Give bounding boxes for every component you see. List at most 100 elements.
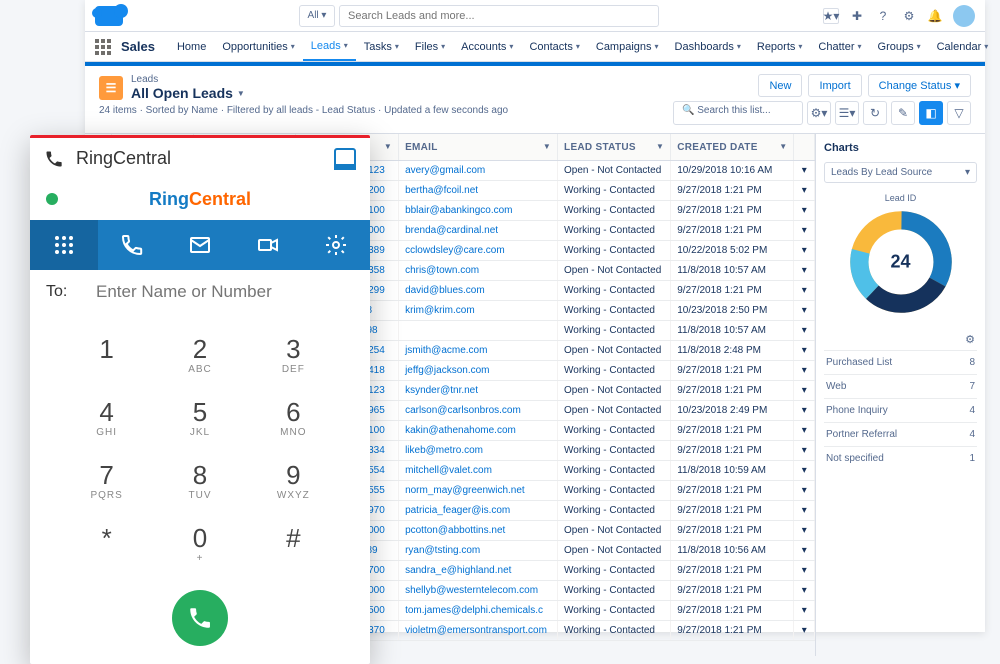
row-menu-icon[interactable]: ▾ xyxy=(794,501,815,521)
row-menu-icon[interactable]: ▾ xyxy=(794,201,815,221)
row-menu-icon[interactable]: ▾ xyxy=(794,321,815,341)
row-menu-icon[interactable]: ▾ xyxy=(794,161,815,181)
messages-tab[interactable] xyxy=(166,220,234,270)
list-view-name[interactable]: All Open Leads ▼ xyxy=(131,85,245,101)
email-cell[interactable]: david@blues.com xyxy=(399,281,558,301)
nav-item-files[interactable]: Files ▾ xyxy=(407,32,453,61)
row-menu-icon[interactable]: ▾ xyxy=(794,561,815,581)
key-5[interactable]: 5JKL xyxy=(153,387,246,450)
key-4[interactable]: 4GHI xyxy=(60,387,153,450)
row-menu-icon[interactable]: ▾ xyxy=(794,241,815,261)
key-9[interactable]: 9WXYZ xyxy=(247,450,340,513)
email-cell[interactable]: likeb@metro.com xyxy=(399,441,558,461)
row-menu-icon[interactable]: ▾ xyxy=(794,621,815,641)
nav-item-dashboards[interactable]: Dashboards ▾ xyxy=(667,32,749,61)
row-menu-icon[interactable]: ▾ xyxy=(794,361,815,381)
email-cell[interactable]: ksynder@tnr.net xyxy=(399,381,558,401)
edit-inline-icon[interactable]: ✎ xyxy=(891,101,915,125)
row-menu-icon[interactable]: ▾ xyxy=(794,221,815,241)
email-cell[interactable]: bblair@abankingco.com xyxy=(399,201,558,221)
key-#[interactable]: # xyxy=(247,513,340,576)
row-menu-icon[interactable]: ▾ xyxy=(794,421,815,441)
nav-item-opportunities[interactable]: Opportunities ▾ xyxy=(214,32,302,61)
email-cell[interactable]: cclowdsley@care.com xyxy=(399,241,558,261)
row-menu-icon[interactable]: ▾ xyxy=(794,181,815,201)
nav-item-chatter[interactable]: Chatter ▾ xyxy=(810,32,869,61)
import-button[interactable]: Import xyxy=(808,74,861,97)
row-menu-icon[interactable]: ▾ xyxy=(794,581,815,601)
key-0[interactable]: 0+ xyxy=(153,513,246,576)
charts-toggle-icon[interactable]: ◧ xyxy=(919,101,943,125)
email-cell[interactable]: violetm@emersontransport.com xyxy=(399,621,558,641)
email-cell[interactable]: chris@town.com xyxy=(399,261,558,281)
email-cell[interactable]: carlson@carlsonbros.com xyxy=(399,401,558,421)
row-menu-icon[interactable]: ▾ xyxy=(794,281,815,301)
global-search-input[interactable] xyxy=(339,5,659,27)
nav-item-reports[interactable]: Reports ▾ xyxy=(749,32,811,61)
email-cell[interactable]: jeffg@jackson.com xyxy=(399,361,558,381)
row-menu-icon[interactable]: ▾ xyxy=(794,521,815,541)
search-scope-dropdown[interactable]: All ▾ xyxy=(299,5,335,27)
calls-tab[interactable] xyxy=(98,220,166,270)
row-menu-icon[interactable]: ▾ xyxy=(794,541,815,561)
email-cell[interactable]: norm_may@greenwich.net xyxy=(399,481,558,501)
video-tab[interactable] xyxy=(234,220,302,270)
email-cell[interactable]: bertha@fcoil.net xyxy=(399,181,558,201)
change-status-button[interactable]: Change Status ▾ xyxy=(868,74,971,97)
key-6[interactable]: 6MNO xyxy=(247,387,340,450)
row-menu-icon[interactable]: ▾ xyxy=(794,461,815,481)
settings-tab[interactable] xyxy=(302,220,370,270)
key-3[interactable]: 3DEF xyxy=(247,324,340,387)
email-cell[interactable]: mitchell@valet.com xyxy=(399,461,558,481)
nav-item-calendar[interactable]: Calendar ▾ xyxy=(929,32,997,61)
notification-bell-icon[interactable]: 🔔 xyxy=(927,8,943,24)
row-menu-icon[interactable]: ▾ xyxy=(794,401,815,421)
chevron-down-icon[interactable]: ▼ xyxy=(779,142,787,151)
nav-item-home[interactable]: Home xyxy=(169,32,214,61)
help-icon[interactable]: ? xyxy=(875,8,891,24)
row-menu-icon[interactable]: ▾ xyxy=(794,341,815,361)
email-cell[interactable]: krim@krim.com xyxy=(399,301,558,321)
email-cell[interactable]: patricia_feager@is.com xyxy=(399,501,558,521)
row-menu-icon[interactable]: ▾ xyxy=(794,261,815,281)
list-search-input[interactable]: 🔍 Search this list... xyxy=(673,101,803,125)
setup-gear-icon[interactable]: ⚙ xyxy=(901,8,917,24)
email-cell[interactable]: jsmith@acme.com xyxy=(399,341,558,361)
add-icon[interactable]: ✚ xyxy=(849,8,865,24)
dial-input[interactable] xyxy=(96,282,354,302)
display-as-icon[interactable]: ☰▾ xyxy=(835,101,859,125)
key-*[interactable]: * xyxy=(60,513,153,576)
row-menu-icon[interactable]: ▾ xyxy=(794,481,815,501)
nav-item-leads[interactable]: Leads ▾ xyxy=(303,32,356,61)
user-avatar[interactable] xyxy=(953,5,975,27)
email-cell[interactable]: pcotton@abbottins.net xyxy=(399,521,558,541)
email-cell[interactable]: kakin@athenahome.com xyxy=(399,421,558,441)
refresh-icon[interactable]: ↻ xyxy=(863,101,887,125)
row-menu-icon[interactable]: ▾ xyxy=(794,601,815,621)
chart-gear-icon[interactable]: ⚙ xyxy=(824,329,977,350)
key-7[interactable]: 7PQRS xyxy=(60,450,153,513)
chevron-down-icon[interactable]: ▼ xyxy=(384,142,392,151)
email-cell[interactable]: avery@gmail.com xyxy=(399,161,558,181)
key-2[interactable]: 2ABC xyxy=(153,324,246,387)
nav-item-contacts[interactable]: Contacts ▾ xyxy=(521,32,587,61)
dock-icon[interactable] xyxy=(334,148,356,170)
key-8[interactable]: 8TUV xyxy=(153,450,246,513)
call-button[interactable] xyxy=(172,590,228,646)
new-button[interactable]: New xyxy=(758,74,802,97)
app-launcher-icon[interactable] xyxy=(95,39,111,55)
email-cell[interactable] xyxy=(399,321,558,341)
email-cell[interactable]: sandra_e@highland.net xyxy=(399,561,558,581)
nav-item-people[interactable]: People ▾ xyxy=(996,32,1000,61)
key-1[interactable]: 1 xyxy=(60,324,153,387)
chart-type-select[interactable]: Leads By Lead Source▾ xyxy=(824,162,977,183)
email-cell[interactable]: shellyb@westerntelecom.com xyxy=(399,581,558,601)
email-cell[interactable]: ryan@tsting.com xyxy=(399,541,558,561)
chevron-down-icon[interactable]: ▼ xyxy=(656,142,664,151)
row-menu-icon[interactable]: ▾ xyxy=(794,301,815,321)
nav-item-tasks[interactable]: Tasks ▾ xyxy=(356,32,407,61)
nav-item-campaigns[interactable]: Campaigns ▾ xyxy=(588,32,667,61)
list-view-controls-icon[interactable]: ⚙▾ xyxy=(807,101,831,125)
filter-icon[interactable]: ▽ xyxy=(947,101,971,125)
nav-item-groups[interactable]: Groups ▾ xyxy=(870,32,929,61)
